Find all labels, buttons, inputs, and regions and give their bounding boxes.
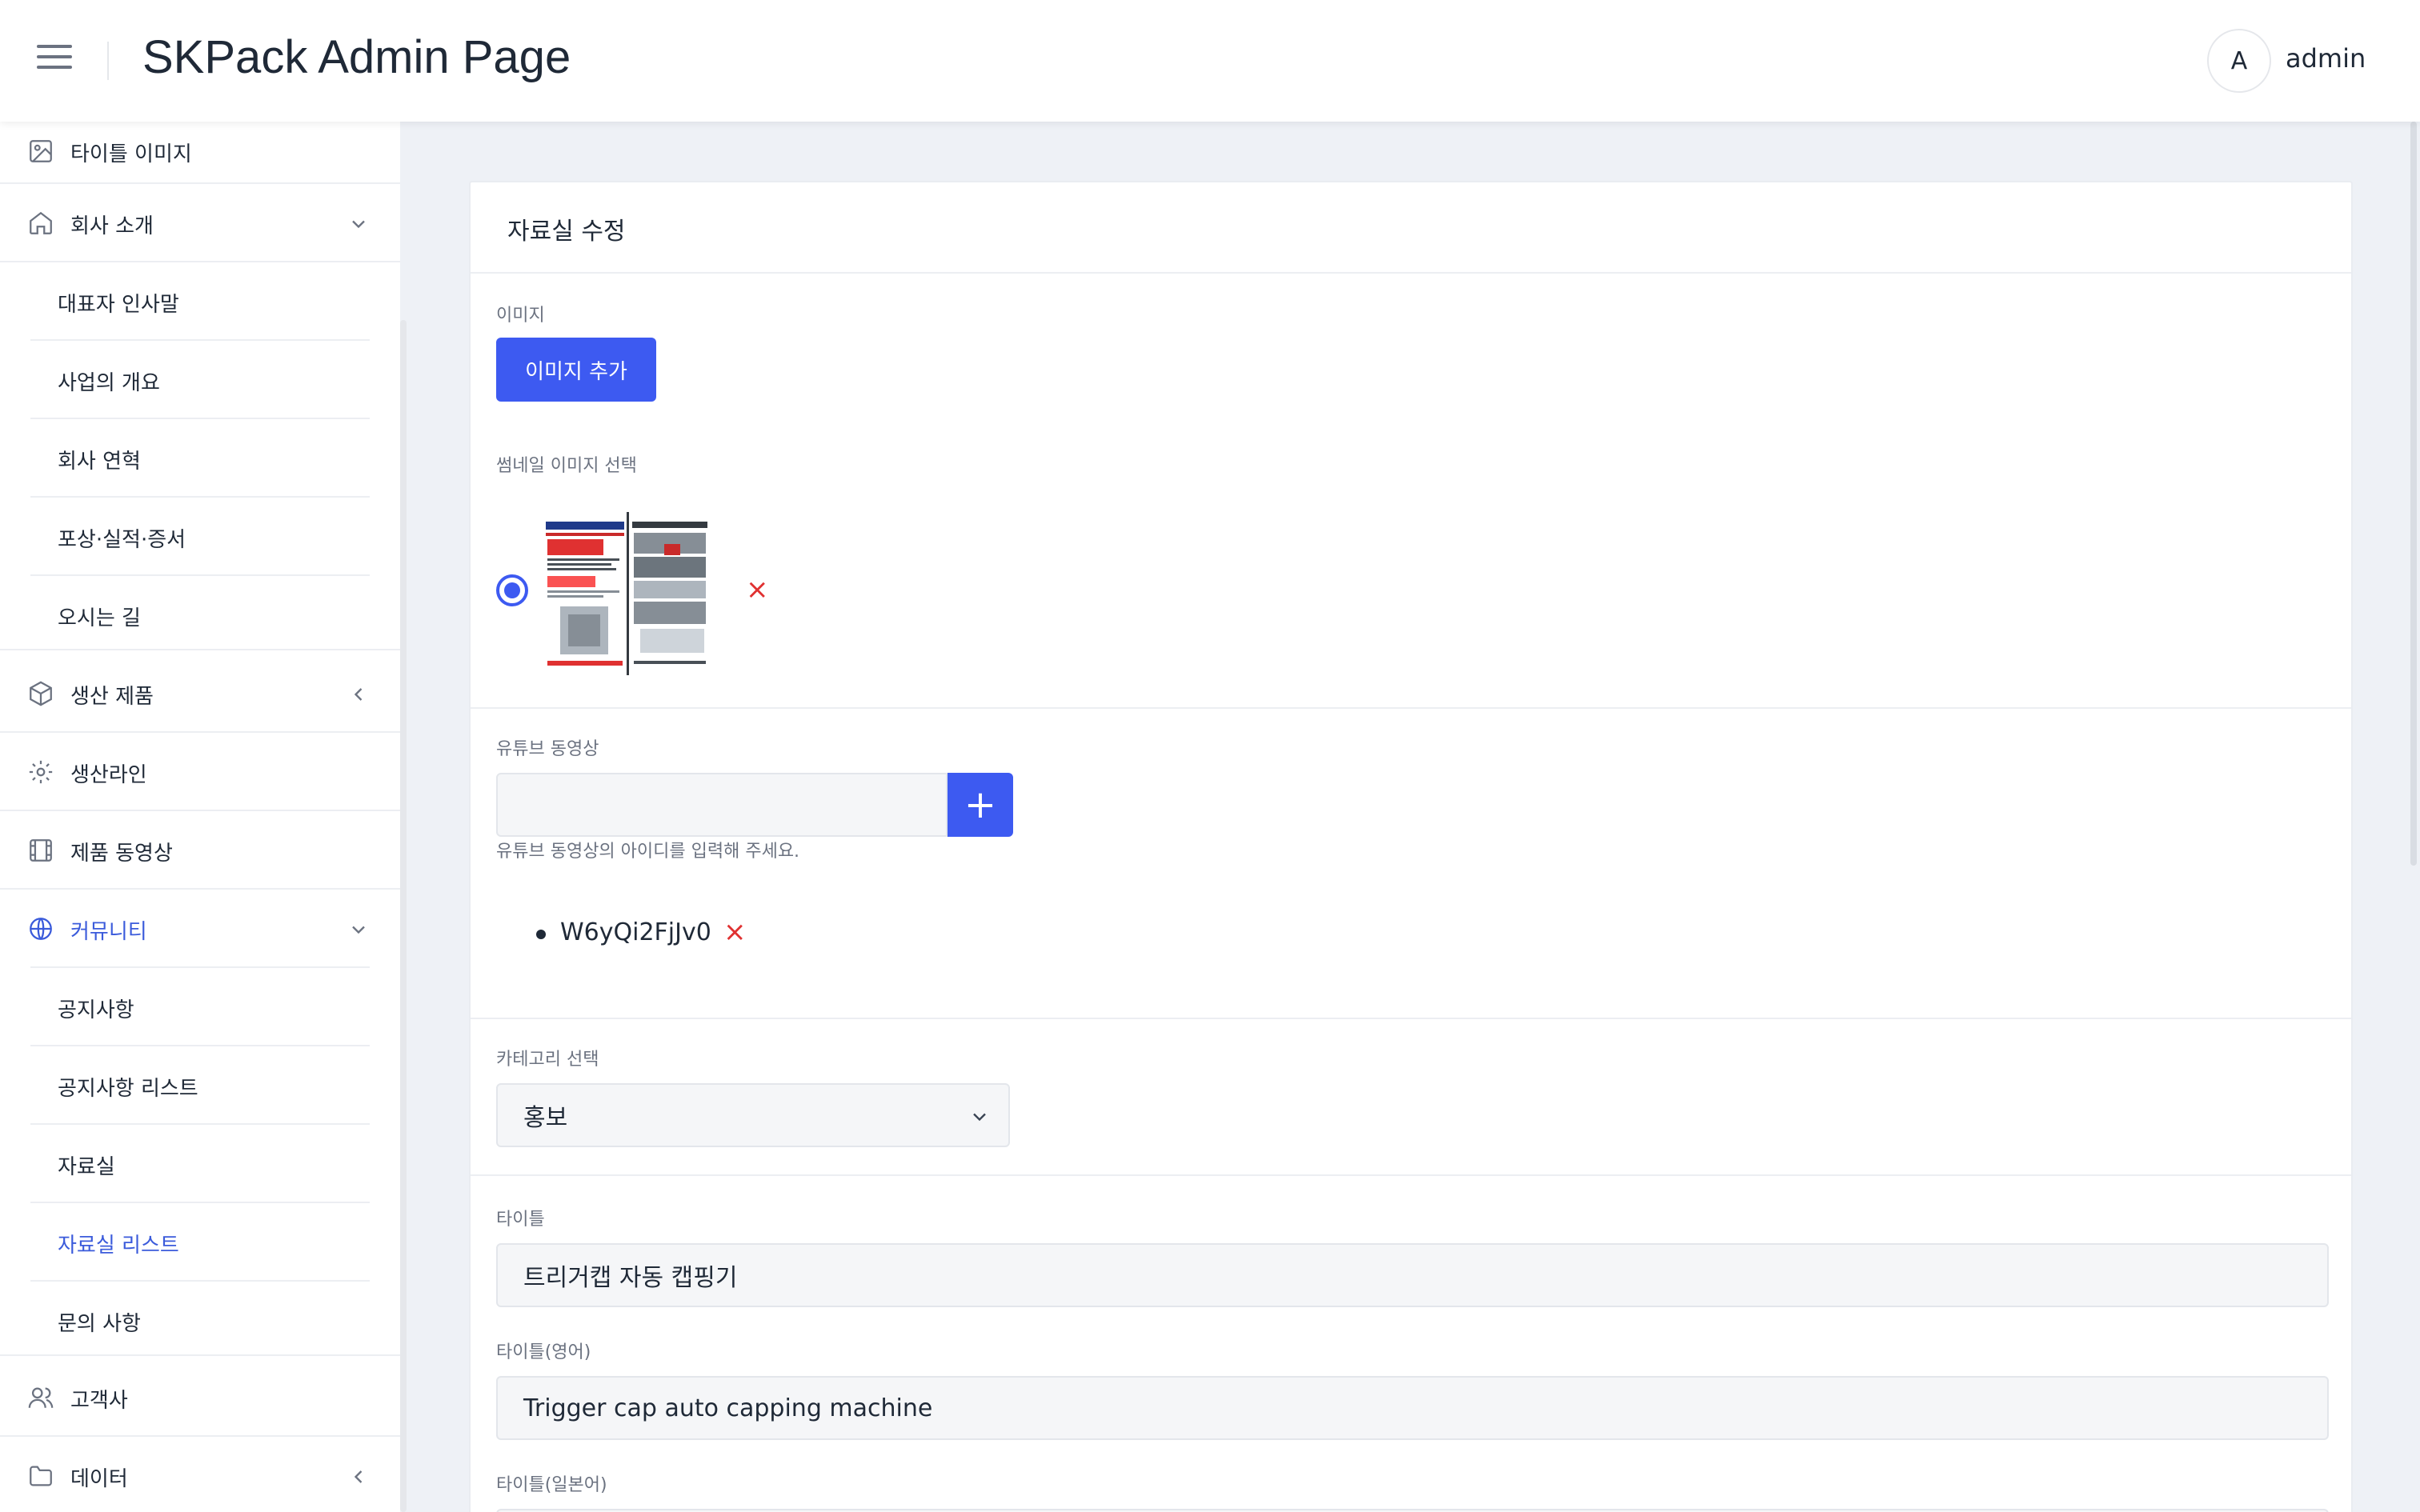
folder-icon [30,1466,52,1486]
box-icon [30,681,52,706]
youtube-label: 유튜브 동영상 [496,739,599,759]
menu-toggle-icon[interactable] [37,45,72,74]
thumbnail-image[interactable] [544,512,711,675]
list-bullet [536,930,546,939]
title-ja-label: 타이틀(일본어) [496,1475,607,1495]
thumbnail-radio[interactable] [496,574,528,606]
sidebar-item-label: 생산 제품 [70,685,154,709]
category-select-value: 홍보 [523,1104,568,1132]
divider [471,707,2351,709]
chevron-left-icon [354,688,363,701]
remove-youtube-icon[interactable]: × [723,918,747,946]
sidebar-item-products[interactable]: 생산 제품 [0,654,400,733]
sidebar-subitem-business-overview[interactable]: 사업의 개요 [30,341,370,419]
title-ja-input[interactable] [496,1509,2329,1512]
chevron-down-icon [973,1113,986,1122]
users-icon [28,1387,54,1408]
avatar[interactable]: A [2207,29,2271,93]
divider [471,1174,2351,1176]
title-en-input[interactable]: Trigger cap auto capping machine [496,1376,2329,1440]
divider [471,272,2351,274]
chevron-down-icon [352,926,365,934]
add-youtube-button[interactable]: + [948,773,1013,837]
sidebar-item-company[interactable]: 회사 소개 [0,184,400,262]
divider [471,1018,2351,1019]
sidebar-item-product-video[interactable]: 제품 동영상 [0,811,400,890]
sidebar-item-community[interactable]: 커뮤니티 [0,890,400,968]
image-icon [30,140,52,162]
sidebar-item-clients[interactable]: 고객사 [0,1358,400,1437]
globe-icon [30,918,52,940]
sidebar-subitem-archive-list[interactable]: 자료실 리스트 [30,1203,370,1282]
sidebar-item-data[interactable]: 데이터 [0,1437,400,1512]
sidebar-scrollbar[interactable] [400,320,407,1512]
sidebar: 타이틀 이미지 회사 소개 대표자 인사말 사업의 개요 회사 연혁 포상·실적… [0,122,400,1512]
divider [0,1354,400,1356]
divider [0,649,400,650]
title-label: 타이틀 [496,1210,545,1230]
add-image-button[interactable]: 이미지 추가 [496,338,656,402]
image-label: 이미지 [496,306,545,326]
app-title: SKPack Admin Page [142,31,571,83]
category-select[interactable]: 홍보 [496,1083,1010,1147]
sidebar-subitem-ceo-greeting[interactable]: 대표자 인사말 [30,262,370,341]
sidebar-item-label: 생산라인 [70,763,147,787]
page-scrollbar[interactable] [2410,122,2417,866]
sidebar-subitem-directions[interactable]: 오시는 길 [30,576,370,654]
title-input[interactable]: 트리거캡 자동 캡핑기 [496,1243,2329,1307]
sidebar-subitem-archive[interactable]: 자료실 [30,1125,370,1203]
chevron-left-icon [354,1470,363,1483]
youtube-id-input[interactable] [496,773,948,837]
sidebar-item-label: 데이터 [70,1467,128,1491]
gear-icon [29,760,53,784]
sidebar-item-label: 제품 동영상 [70,842,173,866]
sidebar-item-label: 커뮤니티 [70,920,147,944]
edit-archive-card: 자료실 수정 이미지 이미지 추가 썸네일 이미지 선택 × 유튜브 동영상 +… [469,181,2353,1512]
sidebar-subitem-notice[interactable]: 공지사항 [30,968,370,1046]
sidebar-item-label: 고객사 [70,1389,128,1413]
header-divider [107,42,109,80]
top-header: SKPack Admin Page A admin [0,0,2420,122]
category-label: 카테고리 선택 [496,1050,599,1070]
title-en-label: 타이틀(영어) [496,1342,591,1362]
sidebar-item-label: 타이틀 이미지 [70,142,192,166]
youtube-help-text: 유튜브 동영상의 아이디를 입력해 주세요. [496,842,800,862]
sidebar-item-production-line[interactable]: 생산라인 [0,733,400,811]
sidebar-subitem-awards[interactable]: 포상·실적·증서 [30,498,370,576]
sidebar-subitem-notice-list[interactable]: 공지사항 리스트 [30,1046,370,1125]
sidebar-subitem-inquiry[interactable]: 문의 사항 [30,1282,370,1360]
home-icon [30,211,52,234]
film-icon [30,839,52,862]
brochure-thumbnail-icon [544,512,711,675]
sidebar-item-label: 회사 소개 [70,214,154,238]
sidebar-subitem-history[interactable]: 회사 연혁 [30,419,370,498]
youtube-id-item: W6yQi2FjJv0 [560,918,711,946]
chevron-down-icon [352,220,365,229]
remove-thumbnail-icon[interactable]: × [746,576,769,603]
thumbnail-label: 썸네일 이미지 선택 [496,456,637,476]
username[interactable]: admin [2286,43,2366,74]
card-title: 자료실 수정 [507,218,626,246]
